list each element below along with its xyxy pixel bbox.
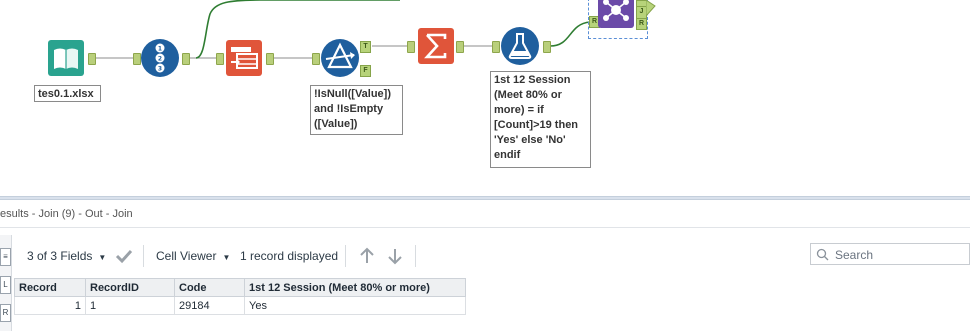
book-icon [48,40,84,76]
column-header[interactable]: RecordID [85,278,175,297]
results-side-strip: ≡ L R [0,235,12,331]
column-header[interactable]: Code [174,278,245,297]
formula-input-anchor[interactable] [492,41,500,53]
workflow-canvas[interactable]: tes0.1.xlsx 1 2 3 T F !IsNull([Value]) a… [0,0,970,196]
chevron-down-icon: ▼ [222,253,231,262]
numbered-list-icon: 1 2 3 [141,39,179,77]
formula-tool[interactable] [500,26,540,66]
filter-icon [321,39,359,77]
filter-annotation: !IsNull([Value]) and !IsEmpty ([Value]) [310,85,403,135]
join-output-arrow [646,0,656,17]
column-header[interactable]: Record [14,278,86,297]
toolbar-separator [345,245,346,267]
search-icon [816,248,829,261]
toolbar-separator [143,245,144,267]
table-row[interactable]: 1 1 29184 Yes [14,296,466,315]
fields-dropdown-label: 3 of 3 Fields [27,249,93,263]
formula-annotation: 1st 12 Session (Meet 80% or more) = if [… [490,71,591,168]
join-network-icon [598,0,634,28]
cell-viewer-label: Cell Viewer [156,249,217,263]
filter-input-anchor[interactable] [312,53,320,65]
join-r-output-anchor[interactable]: R [636,18,647,30]
input-data-tool[interactable] [46,38,86,78]
right-view-icon[interactable]: R [0,304,11,322]
flask-icon [501,27,539,65]
arrow-down-icon[interactable] [386,247,404,265]
search-box[interactable] [810,243,970,265]
formula-output-anchor[interactable] [543,41,551,53]
panel-splitter[interactable] [0,196,970,200]
summarize-input-anchor[interactable] [407,41,415,53]
join-tool[interactable] [598,0,634,30]
svg-text:2: 2 [158,56,162,63]
input-annotation: tes0.1.xlsx [34,85,101,102]
svg-text:3: 3 [158,66,162,73]
record-id-cell[interactable]: 1 [85,296,175,315]
filter-tool[interactable] [320,38,360,78]
results-panel-title: esults - Join (9) - Out - Join [0,208,133,220]
svg-text:1: 1 [158,46,162,53]
select-output-anchor[interactable] [266,53,274,65]
summarize-output-anchor[interactable] [456,41,464,53]
grid-header-row: Record RecordID Code 1st 12 Session (Mee… [14,278,466,297]
session-cell[interactable]: Yes [244,296,466,315]
select-columns-icon [226,40,262,76]
record-cell[interactable]: 1 [14,296,86,315]
search-input[interactable] [833,246,967,264]
data-view-icon[interactable]: ≡ [0,248,11,266]
connection-lines [96,0,591,59]
results-header-divider [0,227,970,228]
fields-dropdown[interactable]: 3 of 3 Fields ▼ [27,240,106,272]
results-grid: Record RecordID Code 1st 12 Session (Mee… [14,278,466,315]
sigma-icon [418,28,454,64]
cell-viewer-dropdown[interactable]: Cell Viewer ▼ [156,240,230,272]
chevron-down-icon: ▼ [98,253,107,262]
summarize-tool[interactable] [416,26,456,66]
filter-false-anchor[interactable]: F [360,65,371,77]
left-view-icon[interactable]: L [0,276,11,294]
filter-true-anchor[interactable]: T [360,41,371,53]
select-input-anchor[interactable] [216,53,224,65]
arrow-up-icon[interactable] [358,247,376,265]
record-id-tool[interactable]: 1 2 3 [140,38,180,78]
column-header[interactable]: 1st 12 Session (Meet 80% or more) [244,278,466,297]
record-id-output-anchor[interactable] [182,53,190,65]
records-displayed-label: 1 record displayed [240,249,339,263]
input-output-anchor[interactable] [88,53,96,65]
toolbar-separator [415,245,416,267]
code-cell[interactable]: 29184 [174,296,245,315]
select-tool[interactable] [224,38,264,78]
checkmark-icon[interactable] [115,248,133,264]
